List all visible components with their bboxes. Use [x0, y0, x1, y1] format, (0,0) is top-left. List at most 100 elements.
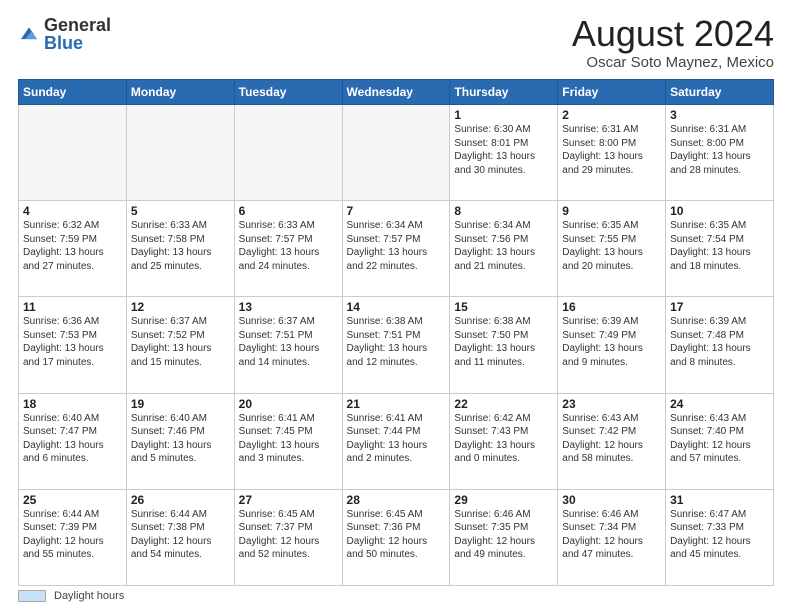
day-cell: 9Sunrise: 6:35 AM Sunset: 7:55 PM Daylig…: [558, 201, 666, 297]
day-number: 24: [670, 397, 769, 411]
day-header-thursday: Thursday: [450, 80, 558, 105]
day-info: Sunrise: 6:42 AM Sunset: 7:43 PM Dayligh…: [454, 412, 553, 466]
calendar-subtitle: Oscar Soto Maynez, Mexico: [572, 54, 774, 71]
day-cell: 2Sunrise: 6:31 AM Sunset: 8:00 PM Daylig…: [558, 105, 666, 201]
calendar-title: August 2024: [572, 16, 774, 52]
week-row-0: 1Sunrise: 6:30 AM Sunset: 8:01 PM Daylig…: [19, 105, 774, 201]
day-number: 19: [131, 397, 230, 411]
day-number: 9: [562, 204, 661, 218]
day-number: 25: [23, 493, 122, 507]
day-info: Sunrise: 6:45 AM Sunset: 7:37 PM Dayligh…: [239, 508, 338, 562]
day-number: 1: [454, 108, 553, 122]
day-number: 22: [454, 397, 553, 411]
day-info: Sunrise: 6:41 AM Sunset: 7:44 PM Dayligh…: [347, 412, 446, 466]
week-row-3: 18Sunrise: 6:40 AM Sunset: 7:47 PM Dayli…: [19, 393, 774, 489]
day-number: 14: [347, 300, 446, 314]
day-info: Sunrise: 6:46 AM Sunset: 7:34 PM Dayligh…: [562, 508, 661, 562]
day-cell: [342, 105, 450, 201]
day-cell: [234, 105, 342, 201]
day-cell: 26Sunrise: 6:44 AM Sunset: 7:38 PM Dayli…: [126, 489, 234, 585]
day-number: 21: [347, 397, 446, 411]
calendar-table: SundayMondayTuesdayWednesdayThursdayFrid…: [18, 79, 774, 586]
day-info: Sunrise: 6:43 AM Sunset: 7:42 PM Dayligh…: [562, 412, 661, 466]
week-row-4: 25Sunrise: 6:44 AM Sunset: 7:39 PM Dayli…: [19, 489, 774, 585]
logo-general-text: General: [44, 16, 111, 34]
day-cell: 7Sunrise: 6:34 AM Sunset: 7:57 PM Daylig…: [342, 201, 450, 297]
day-info: Sunrise: 6:37 AM Sunset: 7:51 PM Dayligh…: [239, 315, 338, 369]
header: General Blue August 2024 Oscar Soto Mayn…: [18, 16, 774, 71]
day-info: Sunrise: 6:31 AM Sunset: 8:00 PM Dayligh…: [670, 123, 769, 177]
day-info: Sunrise: 6:32 AM Sunset: 7:59 PM Dayligh…: [23, 219, 122, 273]
day-number: 2: [562, 108, 661, 122]
day-number: 27: [239, 493, 338, 507]
day-info: Sunrise: 6:31 AM Sunset: 8:00 PM Dayligh…: [562, 123, 661, 177]
day-header-sunday: Sunday: [19, 80, 127, 105]
day-headers-row: SundayMondayTuesdayWednesdayThursdayFrid…: [19, 80, 774, 105]
day-cell: 25Sunrise: 6:44 AM Sunset: 7:39 PM Dayli…: [19, 489, 127, 585]
logo-blue-text: Blue: [44, 34, 111, 52]
day-cell: 17Sunrise: 6:39 AM Sunset: 7:48 PM Dayli…: [666, 297, 774, 393]
daylight-swatch: [18, 590, 46, 602]
day-number: 5: [131, 204, 230, 218]
day-cell: 20Sunrise: 6:41 AM Sunset: 7:45 PM Dayli…: [234, 393, 342, 489]
day-header-tuesday: Tuesday: [234, 80, 342, 105]
day-cell: 14Sunrise: 6:38 AM Sunset: 7:51 PM Dayli…: [342, 297, 450, 393]
day-info: Sunrise: 6:34 AM Sunset: 7:56 PM Dayligh…: [454, 219, 553, 273]
day-number: 16: [562, 300, 661, 314]
day-cell: 27Sunrise: 6:45 AM Sunset: 7:37 PM Dayli…: [234, 489, 342, 585]
day-info: Sunrise: 6:38 AM Sunset: 7:51 PM Dayligh…: [347, 315, 446, 369]
day-cell: [19, 105, 127, 201]
day-cell: 31Sunrise: 6:47 AM Sunset: 7:33 PM Dayli…: [666, 489, 774, 585]
day-info: Sunrise: 6:30 AM Sunset: 8:01 PM Dayligh…: [454, 123, 553, 177]
day-cell: 30Sunrise: 6:46 AM Sunset: 7:34 PM Dayli…: [558, 489, 666, 585]
day-cell: 8Sunrise: 6:34 AM Sunset: 7:56 PM Daylig…: [450, 201, 558, 297]
day-info: Sunrise: 6:34 AM Sunset: 7:57 PM Dayligh…: [347, 219, 446, 273]
day-number: 4: [23, 204, 122, 218]
day-info: Sunrise: 6:33 AM Sunset: 7:58 PM Dayligh…: [131, 219, 230, 273]
day-header-saturday: Saturday: [666, 80, 774, 105]
day-cell: 18Sunrise: 6:40 AM Sunset: 7:47 PM Dayli…: [19, 393, 127, 489]
day-cell: 11Sunrise: 6:36 AM Sunset: 7:53 PM Dayli…: [19, 297, 127, 393]
logo: General Blue: [18, 16, 111, 52]
day-header-wednesday: Wednesday: [342, 80, 450, 105]
day-cell: 21Sunrise: 6:41 AM Sunset: 7:44 PM Dayli…: [342, 393, 450, 489]
title-area: August 2024 Oscar Soto Maynez, Mexico: [572, 16, 774, 71]
day-number: 8: [454, 204, 553, 218]
logo-text: General Blue: [44, 16, 111, 52]
day-info: Sunrise: 6:47 AM Sunset: 7:33 PM Dayligh…: [670, 508, 769, 562]
day-number: 30: [562, 493, 661, 507]
day-info: Sunrise: 6:39 AM Sunset: 7:48 PM Dayligh…: [670, 315, 769, 369]
day-info: Sunrise: 6:40 AM Sunset: 7:47 PM Dayligh…: [23, 412, 122, 466]
day-cell: 6Sunrise: 6:33 AM Sunset: 7:57 PM Daylig…: [234, 201, 342, 297]
day-cell: 12Sunrise: 6:37 AM Sunset: 7:52 PM Dayli…: [126, 297, 234, 393]
day-cell: 22Sunrise: 6:42 AM Sunset: 7:43 PM Dayli…: [450, 393, 558, 489]
day-info: Sunrise: 6:39 AM Sunset: 7:49 PM Dayligh…: [562, 315, 661, 369]
footer: Daylight hours: [18, 590, 774, 602]
day-info: Sunrise: 6:40 AM Sunset: 7:46 PM Dayligh…: [131, 412, 230, 466]
week-row-1: 4Sunrise: 6:32 AM Sunset: 7:59 PM Daylig…: [19, 201, 774, 297]
day-info: Sunrise: 6:35 AM Sunset: 7:55 PM Dayligh…: [562, 219, 661, 273]
day-number: 12: [131, 300, 230, 314]
day-cell: 10Sunrise: 6:35 AM Sunset: 7:54 PM Dayli…: [666, 201, 774, 297]
day-header-friday: Friday: [558, 80, 666, 105]
day-cell: 1Sunrise: 6:30 AM Sunset: 8:01 PM Daylig…: [450, 105, 558, 201]
day-number: 11: [23, 300, 122, 314]
day-header-monday: Monday: [126, 80, 234, 105]
page: General Blue August 2024 Oscar Soto Mayn…: [0, 0, 792, 612]
daylight-label: Daylight hours: [54, 590, 124, 602]
day-info: Sunrise: 6:44 AM Sunset: 7:39 PM Dayligh…: [23, 508, 122, 562]
day-number: 3: [670, 108, 769, 122]
day-cell: 19Sunrise: 6:40 AM Sunset: 7:46 PM Dayli…: [126, 393, 234, 489]
week-row-2: 11Sunrise: 6:36 AM Sunset: 7:53 PM Dayli…: [19, 297, 774, 393]
day-info: Sunrise: 6:46 AM Sunset: 7:35 PM Dayligh…: [454, 508, 553, 562]
day-info: Sunrise: 6:45 AM Sunset: 7:36 PM Dayligh…: [347, 508, 446, 562]
day-cell: 29Sunrise: 6:46 AM Sunset: 7:35 PM Dayli…: [450, 489, 558, 585]
day-cell: 28Sunrise: 6:45 AM Sunset: 7:36 PM Dayli…: [342, 489, 450, 585]
day-cell: 24Sunrise: 6:43 AM Sunset: 7:40 PM Dayli…: [666, 393, 774, 489]
day-number: 18: [23, 397, 122, 411]
day-number: 7: [347, 204, 446, 218]
day-number: 15: [454, 300, 553, 314]
day-number: 20: [239, 397, 338, 411]
day-info: Sunrise: 6:33 AM Sunset: 7:57 PM Dayligh…: [239, 219, 338, 273]
day-number: 23: [562, 397, 661, 411]
